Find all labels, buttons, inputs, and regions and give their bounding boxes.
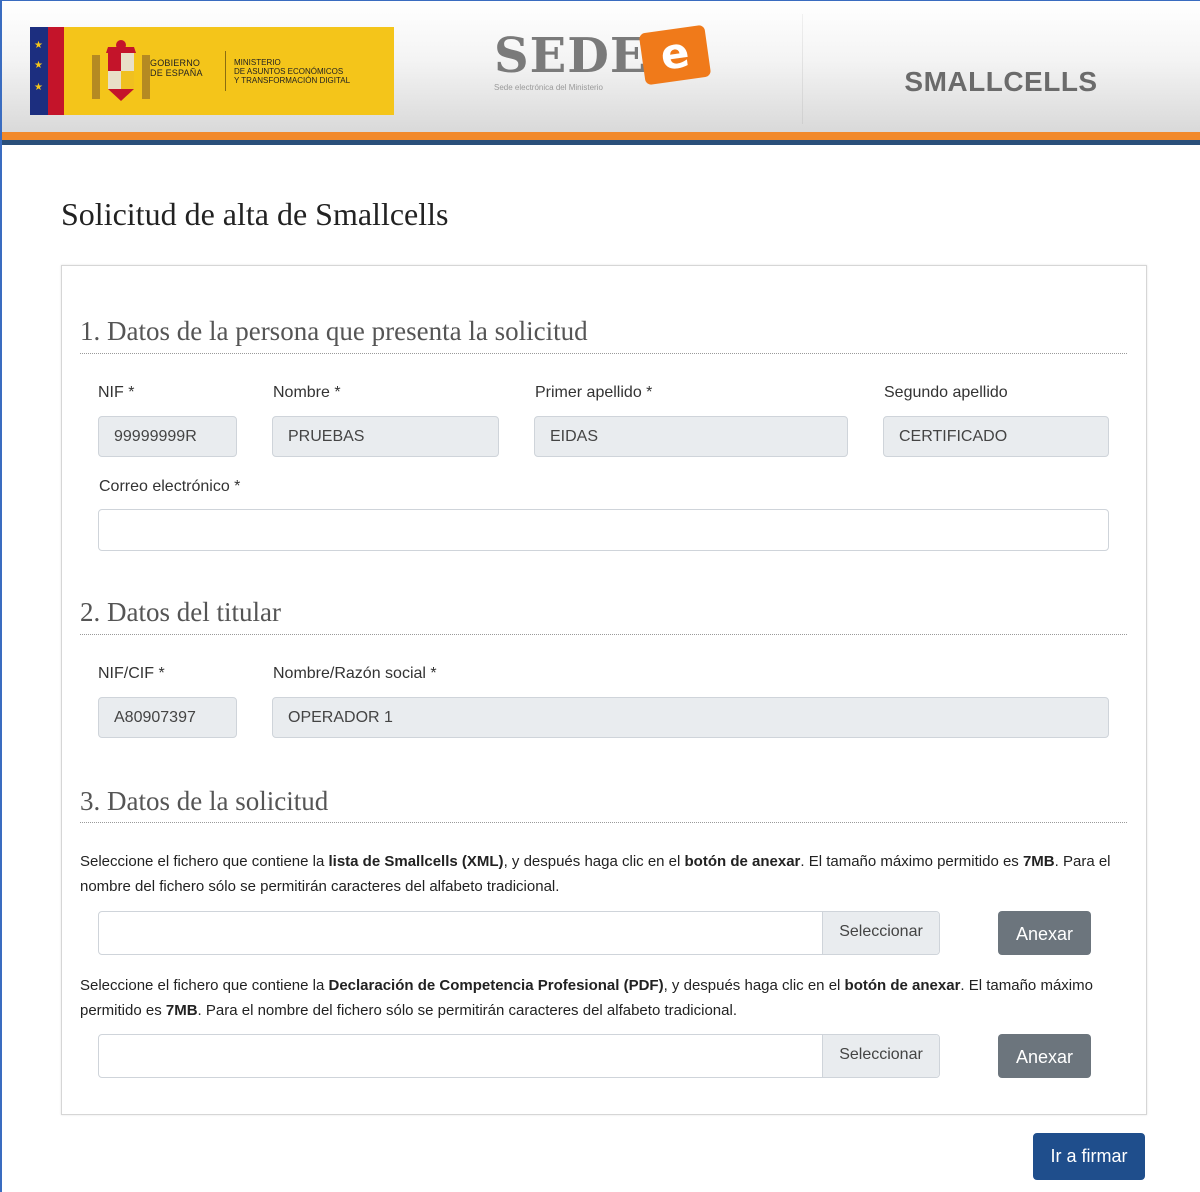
gobierno-line-2: DE ESPAÑA [150, 68, 203, 78]
window-border-left [0, 0, 2, 1192]
header-stripe-blue [2, 140, 1200, 145]
email-field[interactable] [98, 509, 1109, 551]
app-name: SMALLCELLS [904, 66, 1098, 97]
section-3-rule [80, 822, 1127, 823]
primer-apellido-label: Primer apellido * [535, 384, 653, 401]
pdf-help-bold: botón de anexar [844, 977, 961, 994]
pdf-help-text: Seleccione el fichero que contiene la De… [80, 973, 1130, 1023]
nif-cif-label: NIF/CIF * [98, 665, 165, 682]
pdf-anexar-button[interactable]: Anexar [998, 1034, 1091, 1078]
pdf-help-bold: 7MB [165, 1002, 198, 1019]
nombre-field[interactable]: PRUEBAS [272, 416, 499, 457]
xml-help-bold: botón de anexar [684, 853, 801, 870]
pdf-help-part: . Para el nombre del fichero sólo se per… [197, 1002, 737, 1019]
xml-help-part: , y después haga clic en el [503, 853, 685, 870]
razon-social-label: Nombre/Razón social * [273, 665, 437, 682]
xml-anexar-button[interactable]: Anexar [998, 911, 1091, 955]
pdf-help-bold: Declaración de Competencia Profesional (… [328, 977, 664, 994]
primer-apellido-field[interactable]: EIDAS [534, 416, 848, 457]
xml-select-button[interactable]: Seleccionar [822, 912, 939, 954]
ministerio-line-1: MINISTERIO [234, 58, 281, 67]
section-2-title: 2. Datos del titular [80, 597, 281, 627]
gobierno-line-1: GOBIERNO [150, 58, 201, 68]
sede-e-badge: e [638, 24, 712, 86]
pdf-help-part: Seleccione el fichero que contiene la [80, 977, 329, 994]
xml-help-part: Seleccione el fichero que contiene la [80, 853, 329, 870]
xml-help-bold: 7MB [1022, 853, 1055, 870]
gobierno-ministerio-logo: ★ ★ ★ GOBIERNO DE ESPAÑA MINISTERIO DE A… [30, 27, 394, 115]
pdf-file-input[interactable]: Seleccionar [98, 1034, 940, 1078]
ministerio-line-2: DE ASUNTOS ECONÓMICOS [234, 67, 344, 76]
nombre-label: Nombre * [273, 384, 341, 401]
section-3-title: 3. Datos de la solicitud [80, 786, 329, 816]
xml-help-part: . El tamaño máximo permitido es [800, 853, 1023, 870]
page-title: Solicitud de alta de Smallcells [61, 196, 449, 232]
segundo-apellido-field[interactable]: CERTIFICADO [883, 416, 1109, 457]
razon-social-field[interactable]: OPERADOR 1 [272, 697, 1109, 738]
nif-cif-field[interactable]: A80907397 [98, 697, 237, 738]
xml-help-text: Seleccione el fichero que contiene la li… [80, 849, 1130, 899]
nif-field[interactable]: 99999999R [98, 416, 237, 457]
ministerio-text: MINISTERIO DE ASUNTOS ECONÓMICOS Y TRANS… [234, 58, 394, 85]
sede-subtitle: Sede electrónica del Ministerio [494, 83, 603, 92]
logo-divider [225, 51, 226, 91]
xml-file-input[interactable]: Seleccionar [98, 911, 940, 955]
segundo-apellido-label: Segundo apellido [884, 384, 1008, 401]
ir-a-firmar-button[interactable]: Ir a firmar [1033, 1133, 1145, 1180]
section-1-title: 1. Datos de la persona que presenta la s… [80, 316, 588, 346]
section-2-rule [80, 634, 1127, 635]
red-band [48, 27, 64, 115]
header-separator [802, 14, 803, 124]
section-1-rule [80, 353, 1127, 354]
nif-label: NIF * [98, 384, 135, 401]
header-stripe-orange [2, 132, 1200, 140]
coat-of-arms-icon [92, 40, 150, 101]
pdf-help-part: , y después haga clic en el [663, 977, 845, 994]
sede-e-logo[interactable]: SEDE- e Sede electrónica del Ministerio [494, 24, 724, 107]
xml-help-bold: lista de Smallcells (XML) [328, 853, 504, 870]
pdf-select-button[interactable]: Seleccionar [822, 1035, 939, 1077]
eu-flag-icon: ★ ★ ★ [30, 27, 48, 115]
ministerio-line-3: Y TRANSFORMACIÓN DIGITAL [234, 76, 351, 85]
gobierno-text: GOBIERNO DE ESPAÑA [150, 58, 203, 78]
email-label: Correo electrónico * [99, 478, 241, 495]
